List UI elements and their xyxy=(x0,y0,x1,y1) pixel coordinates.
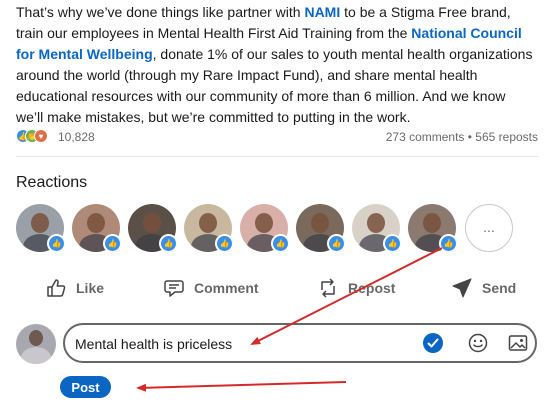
reactor-avatar[interactable]: 👍 xyxy=(240,204,290,253)
like-button[interactable]: Like xyxy=(44,272,104,304)
comments-reposts-count[interactable]: 273 comments • 565 reposts xyxy=(386,130,538,144)
reactor-avatar[interactable]: 👍 xyxy=(72,204,122,253)
more-reactors-button[interactable]: ... xyxy=(465,204,513,252)
love-reaction-icon: ♥ xyxy=(34,129,48,143)
comment-box xyxy=(63,323,537,363)
send-icon xyxy=(452,278,472,298)
repost-button[interactable]: Repost xyxy=(316,272,395,304)
send-button[interactable]: Send xyxy=(450,272,516,304)
image-icon[interactable] xyxy=(508,333,528,353)
nami-link[interactable]: NAMI xyxy=(304,4,340,20)
thumbs-up-icon xyxy=(47,279,66,297)
reactor-avatar[interactable]: 👍 xyxy=(128,204,178,253)
reactor-avatar[interactable]: 👍 xyxy=(184,204,234,253)
post-body-text: That’s why we’ve done things like partne… xyxy=(16,2,536,128)
annotation-arrow xyxy=(136,381,347,392)
current-user-avatar[interactable] xyxy=(16,324,56,364)
reactor-avatar[interactable]: 👍 xyxy=(16,204,66,253)
post-actions: Like Comment Repost Send xyxy=(16,272,538,304)
comment-icon xyxy=(164,280,184,297)
like-badge-icon: 👍 xyxy=(159,234,178,253)
like-badge-icon: 👍 xyxy=(383,234,402,253)
comment-input[interactable] xyxy=(73,331,407,357)
reaction-icons[interactable]: 👍 👏 ♥ xyxy=(16,128,56,144)
reactor-avatar[interactable]: 👍 xyxy=(352,204,402,253)
post-comment-button[interactable]: Post xyxy=(60,376,111,398)
reactions-count[interactable]: 10,828 xyxy=(58,130,95,144)
reactor-avatar[interactable]: 👍 xyxy=(408,204,458,253)
reactor-avatar[interactable]: 👍 xyxy=(296,204,346,253)
like-badge-icon: 👍 xyxy=(47,234,66,253)
like-badge-icon: 👍 xyxy=(271,234,290,253)
post-text-part: That’s why we’ve done things like partne… xyxy=(16,4,305,20)
like-badge-icon: 👍 xyxy=(327,234,346,253)
like-badge-icon: 👍 xyxy=(215,234,234,253)
like-badge-icon: 👍 xyxy=(439,234,458,253)
comment-button[interactable]: Comment xyxy=(162,272,259,304)
comment-label: Comment xyxy=(194,280,259,296)
reactor-avatars: 👍 👍 👍 👍 👍 👍 👍 👍 ... xyxy=(16,204,516,254)
like-label: Like xyxy=(76,280,105,296)
emoji-icon[interactable] xyxy=(468,333,488,353)
check-icon[interactable] xyxy=(423,333,443,353)
like-badge-icon: 👍 xyxy=(103,234,122,253)
repost-label: Repost xyxy=(348,280,396,296)
repost-icon xyxy=(321,278,335,298)
divider xyxy=(16,156,538,157)
send-label: Send xyxy=(482,280,517,296)
social-counts-bar: 👍 👏 ♥ 10,828 273 comments • 565 reposts xyxy=(16,128,538,146)
reactions-heading: Reactions xyxy=(16,174,88,191)
